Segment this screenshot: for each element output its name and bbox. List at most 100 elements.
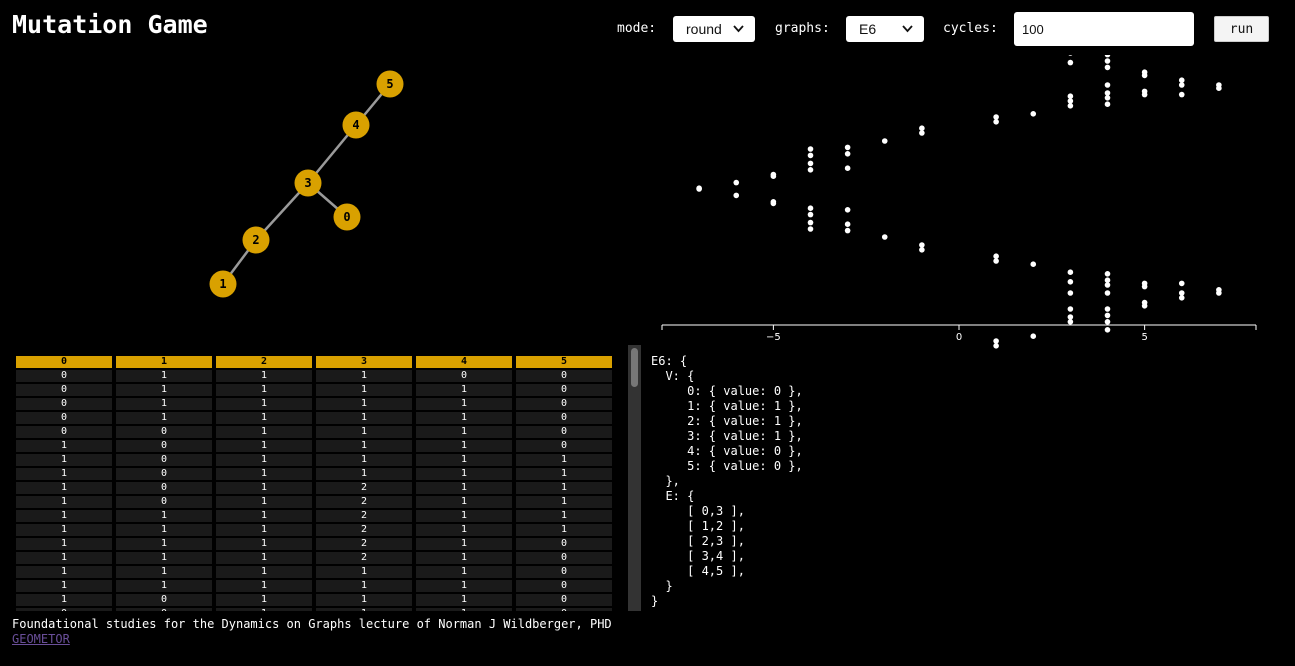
table-cell: 1 [16,496,112,508]
scatter-point [1067,59,1074,66]
graph-node-0[interactable]: 0 [333,203,361,231]
graph-node-label: 1 [219,277,226,291]
table-cell: 1 [416,580,512,592]
table-header-cell: 1 [116,356,212,368]
table-cell: 0 [516,566,612,578]
graphs-label: graphs: [775,21,830,36]
table-cell: 0 [516,440,612,452]
table-cell: 0 [516,398,612,410]
graph-node-2[interactable]: 2 [242,226,270,254]
table-scrollbar-thumb[interactable] [631,348,638,387]
scatter-point [696,185,702,191]
scatter-point [881,138,888,144]
graph-node-label: 0 [343,210,350,224]
table-header-cell: 3 [316,356,412,368]
scatter-point [1104,312,1111,319]
table-cell: 1 [516,468,612,480]
table-cell: 2 [316,496,412,508]
table-cell: 1 [316,608,412,611]
scatter-point [733,192,740,199]
scatter-point [1178,295,1185,301]
table-cell: 1 [416,440,512,452]
chevron-down-icon [902,25,913,33]
table-row: 101211 [16,496,612,508]
table-cell: 0 [116,468,212,480]
table-row: 111210 [16,552,612,564]
table-cell: 2 [316,510,412,522]
scatter-point [1141,91,1148,98]
state-table: 012345 011100011110011110011110001110101… [14,354,616,611]
table-row: 101111 [16,468,612,480]
table-row: 011110 [16,398,612,410]
table-header-cell: 4 [416,356,512,368]
table-row: 101110 [16,440,612,452]
scatter-point [1104,64,1111,71]
table-cell: 1 [16,468,112,480]
scatter-point [993,338,999,344]
scatter-point [844,227,851,234]
table-cell: 2 [316,482,412,494]
table-cell: 0 [516,594,612,606]
scatter-point [1104,290,1111,296]
table-row: 101211 [16,482,612,494]
table-cell: 1 [16,594,112,606]
table-cell: 0 [516,552,612,564]
table-cell: 0 [516,370,612,382]
scatter-point [1067,306,1074,312]
scatter-point [1104,319,1111,325]
scatter-point [993,253,999,259]
scatter-point [807,205,814,211]
table-cell: 2 [316,538,412,550]
table-cell: 1 [16,510,112,522]
table-cell: 1 [216,454,312,466]
mode-select[interactable]: round [673,16,755,42]
graph-view[interactable]: 0 1 2 3 4 5 [0,55,620,335]
table-cell: 1 [216,524,312,536]
scatter-plot: −5 0 5 [661,55,1257,349]
graphs-select[interactable]: E6 [846,16,924,42]
scatter-point [1104,90,1111,96]
table-cell: 1 [516,524,612,536]
table-cell: 1 [316,440,412,452]
cycles-input[interactable] [1014,12,1194,46]
table-cell: 1 [416,496,512,508]
table-cell: 1 [116,524,212,536]
scatter-point [807,152,814,159]
graph-node-3[interactable]: 3 [294,169,322,197]
table-cell: 1 [16,580,112,592]
graph-node-1[interactable]: 1 [209,270,237,298]
scatter-point [1104,101,1111,107]
graph-node-4[interactable]: 4 [342,111,370,139]
table-cell: 1 [16,482,112,494]
table-cell: 0 [516,384,612,396]
run-button[interactable]: run [1214,16,1269,42]
table-cell: 1 [116,580,212,592]
table-cell: 1 [416,482,512,494]
table-cell: 1 [216,482,312,494]
table-cell: 0 [16,370,112,382]
table-cell: 1 [216,566,312,578]
table-cell: 0 [516,412,612,424]
table-cell: 1 [116,370,212,382]
scatter-point [1104,282,1111,288]
scatter-point [1104,277,1111,283]
table-row: 0 0 1 1 1 0 [16,608,612,611]
scatter-point [1104,58,1111,64]
table-cell: 1 [116,412,212,424]
scatter-point [1178,280,1185,287]
table-cell: 0 [116,482,212,494]
scatter-point [993,114,999,120]
table-cell: 1 [316,566,412,578]
state-table-container[interactable]: 012345 011100011110011110011110001110101… [14,350,642,611]
table-row: 101110 [16,594,612,606]
table-cell: 2 [316,524,412,536]
table-row: 111211 [16,524,612,536]
scatter-point [844,151,851,157]
table-cell: 1 [316,580,412,592]
table-cell: 1 [316,594,412,606]
geometor-link[interactable]: GEOMETOR [12,632,612,646]
graph-definition-code: E6: { V: { 0: { value: 0 }, 1: { value: … [651,354,803,608]
graph-node-5[interactable]: 5 [376,70,404,98]
scatter-point [733,179,740,186]
scatter-point [1178,82,1185,88]
